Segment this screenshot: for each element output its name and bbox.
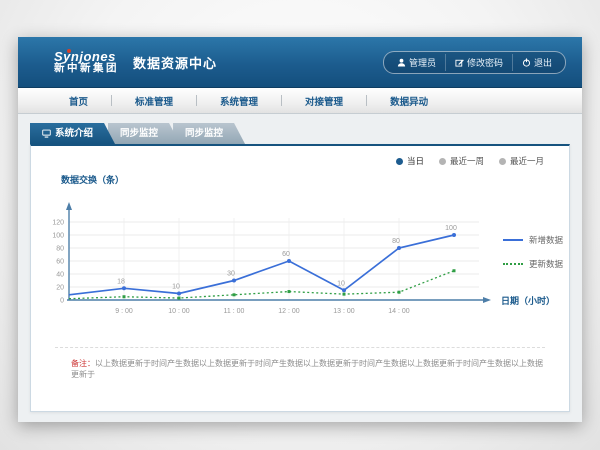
y-axis-arrow-icon — [66, 202, 72, 210]
user-toolbar: 管理员 修改密码 退出 — [383, 51, 566, 74]
footnote-label: 备注： — [71, 359, 95, 368]
period-filter-label: 当日 — [407, 155, 424, 167]
y-tick-label: 80 — [56, 246, 64, 253]
x-axis-title: 日期（小时） — [501, 294, 555, 307]
y-tick-label: 40 — [56, 272, 64, 279]
line-chart-svg: 0 20 40 60 80 100 120 9 : 00 10 : 00 11 : 00 12 : … — [39, 188, 509, 333]
x-tick-label: 11 : 00 — [224, 308, 245, 315]
user-icon — [397, 58, 406, 67]
main-nav: 首页标准管理系统管理对接管理数据异动 — [18, 88, 582, 114]
brand-logo-subtext: 新中新集团 — [54, 63, 119, 74]
data-point — [343, 293, 346, 296]
data-point-label: 10 — [172, 284, 180, 291]
radio-dot-icon — [439, 158, 446, 165]
data-point — [342, 288, 346, 292]
legend-item-0: 新增数据 — [503, 234, 563, 246]
period-filter-label: 最近一周 — [450, 155, 484, 167]
y-tick-label: 0 — [60, 298, 64, 305]
y-tick-label: 120 — [52, 220, 64, 227]
tab-2[interactable]: 同步监控 — [173, 123, 245, 144]
tab-label: 同步监控 — [120, 123, 158, 144]
tab-0[interactable]: 系统介绍 — [30, 123, 115, 144]
app-header: Synjones 新中新集团 数据资源中心 管理员 修改密码 — [18, 37, 582, 88]
user-menu[interactable]: 管理员 — [388, 54, 445, 71]
dashed-separator — [55, 347, 545, 348]
legend-line-sample — [503, 239, 523, 241]
nav-item-0[interactable]: 首页 — [46, 94, 111, 108]
period-filter-group: 当日 最近一周 最近一月 — [396, 155, 544, 167]
nav-item-3[interactable]: 对接管理 — [282, 94, 366, 108]
y-tick-label: 20 — [56, 285, 64, 292]
data-point — [453, 269, 456, 272]
user-name-label: 管理员 — [409, 56, 436, 69]
content-area: 系统介绍 同步监控 同步监控 当日 最近一周 最近一月 数据交换（条） 0 20 40 60 8… — [18, 114, 582, 422]
data-point — [123, 295, 126, 298]
legend-item-1: 更新数据 — [503, 258, 563, 270]
radio-dot-icon — [396, 158, 403, 165]
logout-label: 退出 — [534, 56, 552, 69]
x-tick-label: 12 : 00 — [278, 308, 300, 315]
nav-item-4[interactable]: 数据异动 — [367, 94, 451, 108]
data-point — [397, 246, 401, 250]
data-point — [288, 290, 291, 293]
tab-label: 系统介绍 — [55, 123, 93, 144]
edit-icon — [455, 58, 464, 67]
data-point — [178, 297, 181, 300]
data-point — [233, 293, 236, 296]
period-filter-0[interactable]: 当日 — [396, 155, 424, 167]
y-tick-label: 100 — [52, 233, 64, 240]
x-tick-label: 14 : 00 — [388, 308, 410, 315]
x-tick-label: 9 : 00 — [115, 308, 133, 315]
chart-legend: 新增数据更新数据 — [503, 234, 563, 270]
x-axis-arrow-icon — [483, 297, 491, 303]
data-point-label: 100 — [445, 225, 457, 232]
tab-bar: 系统介绍 同步监控 同步监控 — [30, 123, 238, 144]
x-tick-label: 10 : 00 — [168, 308, 190, 315]
y-tick-label: 60 — [56, 259, 64, 266]
change-password-label: 修改密码 — [467, 56, 503, 69]
footnote: 备注：以上数据更新于时间产生数据以上数据更新于时间产生数据以上数据更新于时间产生… — [71, 358, 549, 380]
data-point — [452, 233, 456, 237]
change-password-button[interactable]: 修改密码 — [445, 54, 512, 71]
radio-dot-icon — [499, 158, 506, 165]
page-title: 数据资源中心 — [133, 53, 217, 72]
period-filter-1[interactable]: 最近一周 — [439, 155, 484, 167]
data-point-label: 60 — [282, 251, 290, 258]
data-point — [287, 259, 291, 263]
brand-logo: Synjones 新中新集团 — [54, 50, 119, 75]
nav-item-1[interactable]: 标准管理 — [112, 94, 196, 108]
tab-1[interactable]: 同步监控 — [108, 123, 180, 144]
line-chart: 0 20 40 60 80 100 120 9 : 00 10 : 00 11 : 00 12 : … — [39, 188, 509, 333]
data-point-label: 80 — [392, 238, 400, 245]
data-point-label: 30 — [227, 271, 235, 278]
chart-panel: 当日 最近一周 最近一月 数据交换（条） 0 20 40 60 80 100 120 9 : 00… — [30, 144, 570, 412]
legend-line-sample — [503, 263, 523, 265]
data-point-label: 18 — [117, 278, 125, 285]
series-line-1 — [69, 271, 454, 299]
data-point — [177, 292, 181, 296]
footnote-text: 以上数据更新于时间产生数据以上数据更新于时间产生数据以上数据更新于时间产生数据以… — [71, 359, 543, 379]
period-filter-2[interactable]: 最近一月 — [499, 155, 544, 167]
y-axis-title: 数据交换（条） — [61, 173, 124, 186]
data-point — [232, 279, 236, 283]
data-point-label: 10 — [337, 280, 345, 287]
legend-series-label: 新增数据 — [529, 234, 563, 246]
legend-series-label: 更新数据 — [529, 258, 563, 270]
period-filter-label: 最近一月 — [510, 155, 544, 167]
tab-label: 同步监控 — [185, 123, 223, 144]
data-point — [122, 286, 126, 290]
power-icon — [522, 58, 531, 67]
x-tick-label: 13 : 00 — [333, 308, 355, 315]
monitor-icon — [42, 129, 51, 138]
brand-accent-dot-icon — [67, 49, 71, 53]
logout-button[interactable]: 退出 — [512, 54, 561, 71]
data-point — [398, 291, 401, 294]
app-window: Synjones 新中新集团 数据资源中心 管理员 修改密码 — [18, 37, 582, 422]
nav-item-2[interactable]: 系统管理 — [197, 94, 281, 108]
